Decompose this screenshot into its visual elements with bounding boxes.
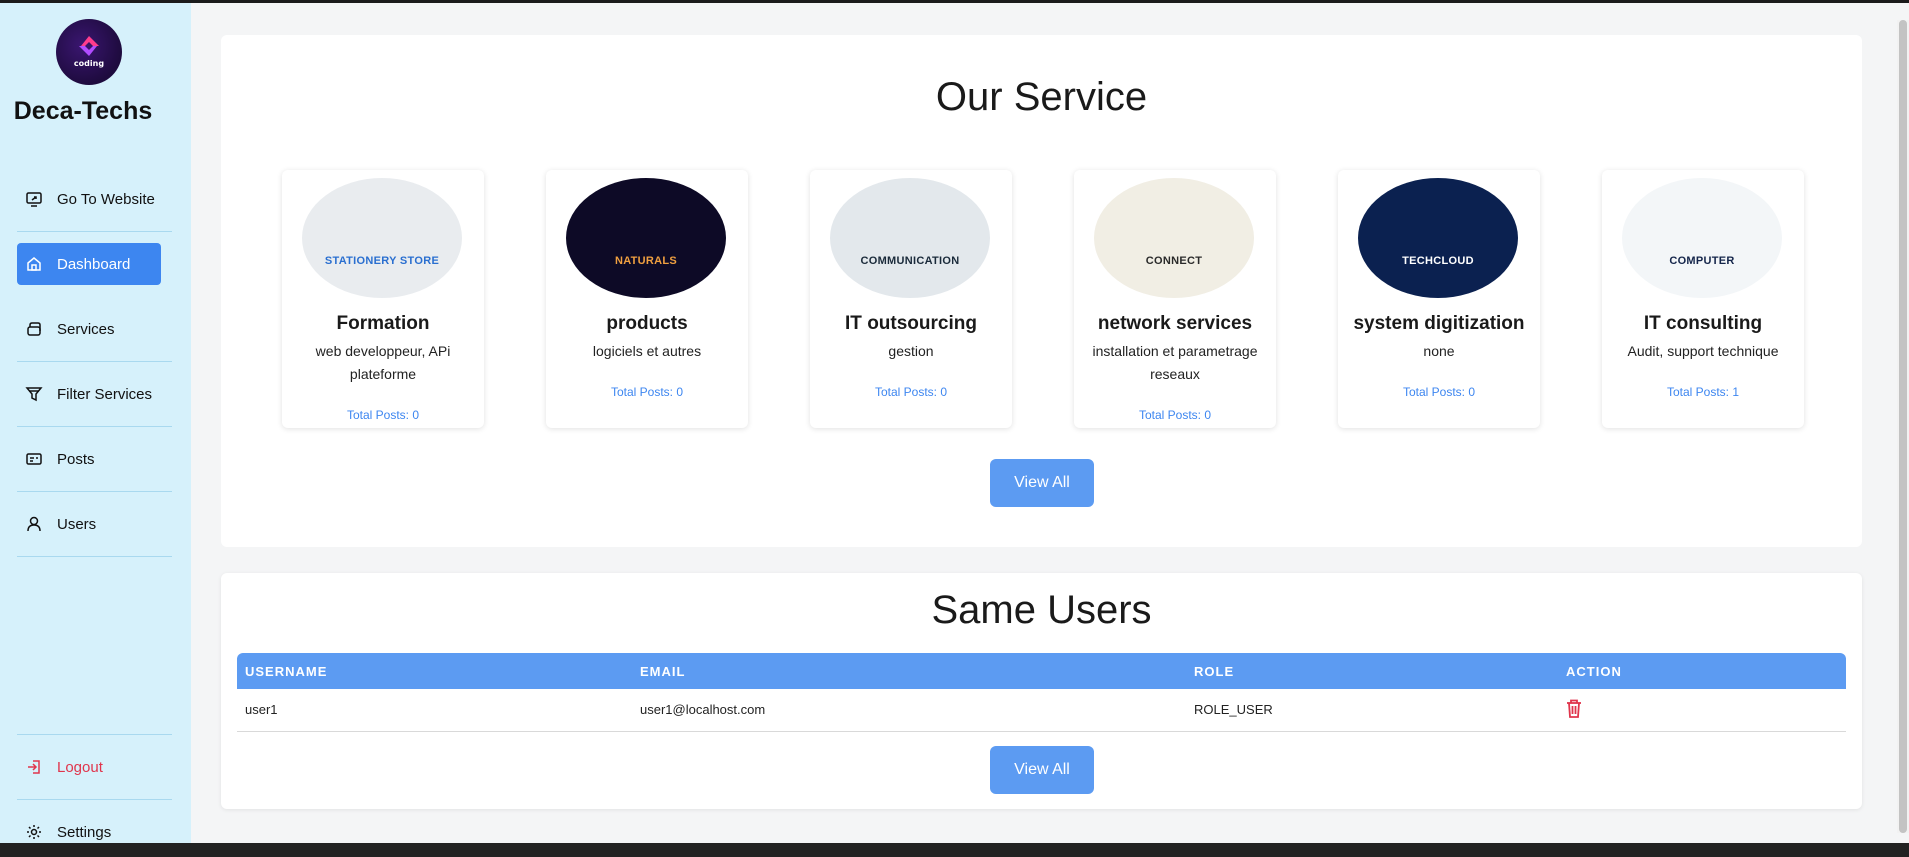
service-name: IT consulting	[1643, 313, 1763, 334]
sidebar-item-services[interactable]: Services	[17, 308, 172, 350]
os-taskbar	[0, 843, 1909, 857]
card-icon	[25, 450, 43, 468]
filter-icon	[25, 385, 43, 403]
sidebar: coding Deca-Techs Go To Website Dashboar…	[0, 3, 191, 843]
divider	[17, 231, 172, 232]
service-total-posts: Total Posts: 0	[1402, 385, 1476, 399]
sidebar-item-label: Users	[57, 515, 97, 533]
window-top-border	[0, 0, 1909, 3]
sidebar-item-label: Services	[57, 320, 115, 338]
sidebar-item-posts[interactable]: Posts	[17, 438, 172, 480]
brand-name: Deca-Techs	[13, 97, 153, 125]
sidebar-item-label: Dashboard	[57, 255, 131, 273]
service-card[interactable]: COMMUNICATION IT outsourcing gestion Total …	[810, 170, 1012, 428]
service-description: web developpeur, APi plateforme	[315, 343, 451, 382]
service-total-posts: Total Posts: 0	[1138, 408, 1212, 422]
service-name: products	[606, 313, 688, 334]
column-header-username[interactable]: USERNAME	[237, 653, 632, 689]
service-image-text: STATIONERY STORE	[324, 255, 440, 267]
cell-action	[1558, 689, 1846, 732]
scrollbar-thumb[interactable]	[1899, 20, 1907, 833]
settings-label: Settings	[57, 823, 112, 841]
home-icon	[25, 255, 43, 273]
users-title: Same Users	[931, 588, 1152, 632]
service-image-text: CONNECT	[1145, 255, 1203, 267]
service-total-posts: Total Posts: 0	[346, 408, 420, 422]
delete-user-button[interactable]	[1566, 699, 1582, 718]
column-header-email[interactable]: EMAIL	[632, 653, 1186, 689]
divider	[17, 734, 172, 735]
sidebar-item-label: Go To Website	[57, 190, 155, 208]
service-total-posts: Total Posts: 0	[874, 385, 948, 399]
divider	[17, 361, 172, 362]
gear-icon	[25, 823, 43, 841]
table-row: user1 user1@localhost.com ROLE_USER	[237, 689, 1846, 732]
trash-icon	[1567, 699, 1581, 718]
service-description: Audit, support technique	[1627, 343, 1779, 359]
service-name: system digitization	[1353, 313, 1525, 334]
users-view-all-button[interactable]: View All	[990, 746, 1094, 794]
service-image: CONNECT	[1094, 178, 1254, 298]
services-view-all-button[interactable]: View All	[990, 459, 1094, 507]
external-screen-icon	[25, 190, 43, 208]
sidebar-item-dashboard[interactable]: Dashboard	[17, 243, 161, 285]
service-card[interactable]: STATIONERY STORE Formation web developpeur…	[282, 170, 484, 428]
divider	[17, 426, 172, 427]
page-scrollbar[interactable]	[1897, 20, 1909, 833]
stack-icon	[25, 320, 43, 338]
service-card[interactable]: TECHCLOUD system digitization none Total Po…	[1338, 170, 1540, 428]
service-image-text: COMMUNICATION	[860, 255, 960, 267]
divider	[17, 799, 172, 800]
service-image: TECHCLOUD	[1358, 178, 1518, 298]
column-header-action: ACTION	[1566, 663, 1622, 679]
users-section: Same Users USERNAME EMAIL ROLE ACTION us…	[221, 573, 1862, 809]
service-card[interactable]: COMPUTER IT consulting Audit, support tech…	[1602, 170, 1804, 428]
sidebar-item-go-to-website[interactable]: Go To Website	[17, 178, 172, 220]
divider	[17, 556, 172, 557]
users-table: USERNAME EMAIL ROLE ACTION user1 user1@l…	[237, 653, 1846, 732]
service-description: gestion	[888, 343, 934, 359]
logout-label: Logout	[57, 758, 103, 776]
service-name: Formation	[336, 313, 430, 334]
service-description: logiciels et autres	[592, 343, 702, 359]
service-image: NATURALS	[566, 178, 726, 298]
service-image-text: NATURALS	[614, 255, 678, 267]
code-diamond-icon	[79, 35, 99, 56]
service-image-text: TECHCLOUD	[1402, 255, 1474, 267]
service-card[interactable]: NATURALS products logiciels et autres Total…	[546, 170, 748, 428]
service-name: network services	[1097, 313, 1253, 334]
user-icon	[25, 515, 43, 533]
service-total-posts: Total Posts: 0	[610, 385, 684, 399]
service-description: installation et parametrage reseaux	[1092, 343, 1258, 382]
sidebar-item-filter-services[interactable]: Filter Services	[17, 373, 172, 415]
column-header-role[interactable]: ROLE	[1186, 653, 1558, 689]
cell-email: user1@localhost.com	[632, 689, 1186, 732]
sidebar-item-label: Filter Services	[57, 385, 153, 403]
sidebar-item-label: Posts	[57, 450, 95, 468]
logout-button[interactable]: Logout	[17, 746, 172, 788]
service-image-text: COMPUTER	[1669, 255, 1735, 267]
service-card[interactable]: CONNECT network services installation et p…	[1074, 170, 1276, 428]
service-image: COMPUTER	[1622, 178, 1782, 298]
services-title: Our Service	[935, 75, 1148, 119]
logo-text: coding	[73, 58, 105, 68]
service-name: IT outsourcing	[845, 313, 977, 334]
services-section: Our Service STATIONERY STORE Formation web…	[221, 35, 1862, 547]
service-description: none	[1423, 343, 1455, 359]
cell-role: ROLE_USER	[1186, 689, 1558, 732]
cell-username: user1	[237, 689, 632, 732]
service-image: STATIONERY STORE	[302, 178, 462, 298]
divider	[17, 491, 172, 492]
table-header-row: USERNAME EMAIL ROLE ACTION	[237, 653, 1846, 689]
service-total-posts: Total Posts: 1	[1666, 385, 1740, 399]
logout-icon	[25, 758, 43, 776]
sidebar-item-users[interactable]: Users	[17, 503, 172, 545]
logo: coding	[56, 19, 122, 85]
service-image: COMMUNICATION	[830, 178, 990, 298]
